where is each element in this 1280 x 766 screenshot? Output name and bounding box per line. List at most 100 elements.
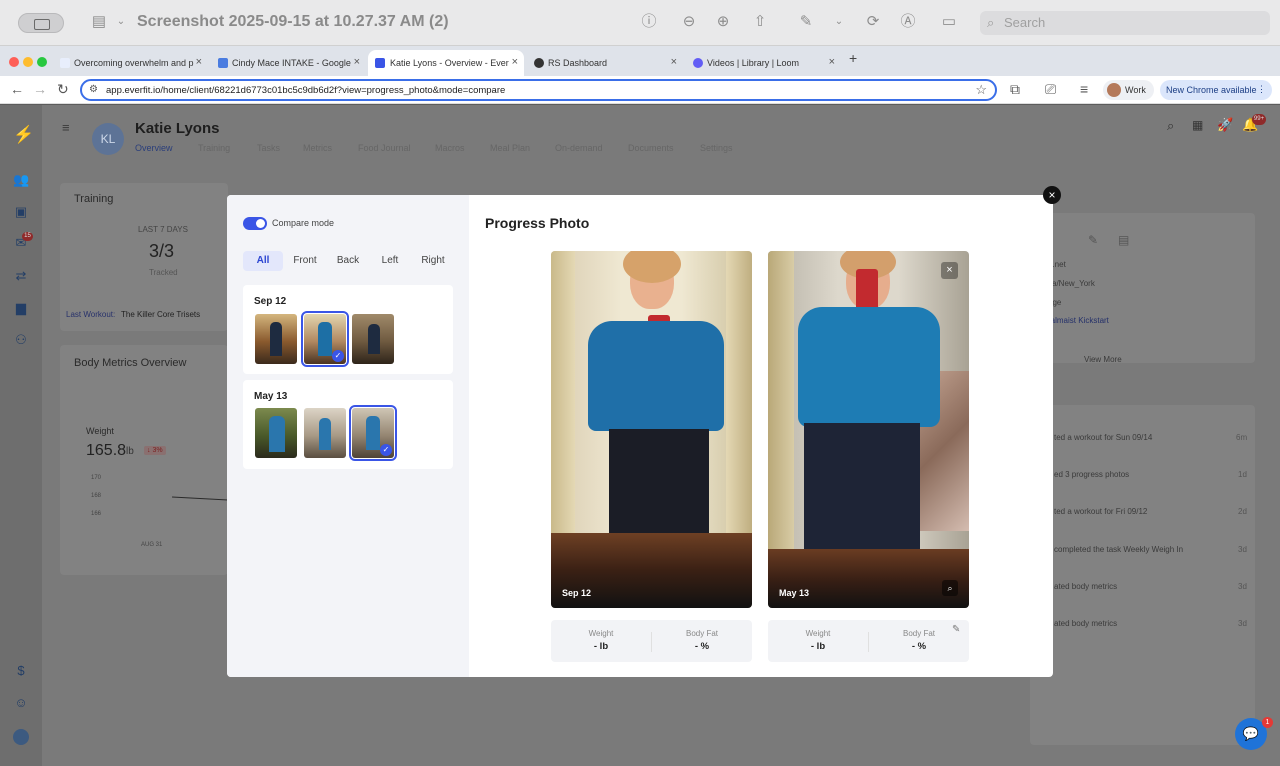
browser-tab[interactable]: RS Dashboard × bbox=[534, 50, 677, 76]
menu-icon[interactable]: ≡ bbox=[62, 120, 70, 135]
forward-icon[interactable]: → bbox=[33, 81, 47, 97]
automation-icon[interactable]: ⇄ bbox=[13, 268, 29, 284]
tab-on-demand[interactable]: On-demand bbox=[555, 143, 603, 153]
tab-documents[interactable]: Documents bbox=[628, 143, 674, 153]
tab-overview[interactable]: Overview bbox=[135, 143, 173, 153]
filter-front[interactable]: Front bbox=[287, 251, 323, 271]
browser-tab[interactable]: Videos | Library | Loom × bbox=[693, 50, 835, 76]
filter-left[interactable]: Left bbox=[373, 251, 407, 271]
tab-settings[interactable]: Settings bbox=[700, 143, 733, 153]
document-icon[interactable]: ▤ bbox=[1118, 233, 1129, 247]
profile-button[interactable]: Work bbox=[1103, 80, 1154, 100]
clients-icon[interactable]: 👥 bbox=[13, 172, 29, 188]
markup-icon[interactable]: ✎ bbox=[797, 13, 815, 31]
photo-thumbnail[interactable] bbox=[255, 314, 297, 364]
sidebar-icon[interactable]: ▤ bbox=[90, 13, 108, 31]
tab-macros[interactable]: Macros bbox=[435, 143, 465, 153]
chevron-down-icon[interactable]: ⌄ bbox=[112, 13, 130, 31]
rotate-icon[interactable]: ⟳ bbox=[864, 13, 882, 31]
photo-thumbnail-selected[interactable]: ✓ bbox=[301, 311, 349, 367]
browser-tab-active[interactable]: Katie Lyons - Overview - Ever × bbox=[368, 50, 524, 76]
photo-list-panel: Compare mode All Front Back Left Right S… bbox=[227, 195, 469, 677]
dashboard-favicon bbox=[534, 58, 544, 68]
photo-thumbnail[interactable] bbox=[255, 408, 297, 458]
remove-photo-button[interactable]: × bbox=[941, 262, 958, 279]
activity-item: completed the task Weekly Weigh In bbox=[1054, 545, 1184, 554]
chevron-down-icon[interactable]: ⌄ bbox=[830, 13, 848, 31]
url-input[interactable]: ⚙ app.everfit.io/home/client/68221d6773c… bbox=[80, 79, 997, 101]
activity-item: ated body metrics bbox=[1054, 582, 1118, 591]
activity-item: ted a workout for Fri 09/12 bbox=[1054, 507, 1148, 516]
progress-photo[interactable]: × May 13 ⌕ bbox=[768, 251, 969, 608]
filter-all[interactable]: All bbox=[243, 251, 283, 271]
rocket-icon[interactable]: 🚀 bbox=[1217, 117, 1233, 133]
sidebar-toggle-button[interactable] bbox=[18, 13, 64, 33]
weight-value: - lb bbox=[810, 641, 826, 652]
community-icon[interactable]: ☺ bbox=[13, 695, 29, 711]
share-icon[interactable]: ⇧ bbox=[751, 13, 769, 31]
browser-tab[interactable]: Overcoming overwhelm and p × bbox=[60, 50, 202, 76]
more-menu-icon[interactable]: ⋮ bbox=[1257, 84, 1266, 95]
close-icon[interactable]: × bbox=[512, 56, 518, 68]
close-icon[interactable]: × bbox=[829, 56, 835, 68]
photo-thumbnail[interactable] bbox=[352, 314, 394, 364]
annotate-icon[interactable]: Ⓐ bbox=[899, 13, 917, 31]
back-icon[interactable]: ← bbox=[10, 81, 24, 97]
info-icon[interactable]: ⓘ bbox=[640, 13, 658, 31]
zoom-icon[interactable]: ⌕ bbox=[942, 580, 958, 596]
user-avatar[interactable] bbox=[13, 729, 29, 745]
extensions-icon[interactable]: ⧉ bbox=[1010, 81, 1020, 98]
tab-meal-plan[interactable]: Meal Plan bbox=[490, 143, 530, 153]
edit-icon[interactable]: ✎ bbox=[952, 624, 960, 635]
close-icon[interactable]: × bbox=[671, 56, 677, 68]
library-icon[interactable]: ▣ bbox=[13, 204, 29, 220]
chat-icon: 💬 bbox=[1242, 726, 1260, 741]
notification-badge: 99+ bbox=[1252, 114, 1266, 125]
calendar-icon[interactable]: ▦ bbox=[1192, 118, 1203, 132]
tab-label: RS Dashboard bbox=[548, 58, 608, 68]
chrome-update-button[interactable]: New Chrome available ⋮ bbox=[1160, 80, 1272, 100]
compare-mode-toggle[interactable] bbox=[243, 217, 267, 230]
progress-photo-modal: Compare mode All Front Back Left Right S… bbox=[227, 195, 1053, 677]
group-date: May 13 bbox=[254, 391, 288, 402]
close-window-button[interactable] bbox=[9, 57, 19, 67]
close-icon[interactable]: × bbox=[196, 56, 202, 68]
minimize-window-button[interactable] bbox=[23, 57, 33, 67]
tab-search-icon[interactable]: ≡ bbox=[1080, 81, 1088, 97]
search-input[interactable]: ⌕ Search bbox=[980, 11, 1270, 35]
view-more-link[interactable]: View More bbox=[1084, 355, 1122, 364]
edit-icon[interactable]: ✎ bbox=[1088, 233, 1098, 247]
form-fill-icon[interactable]: ▭ bbox=[940, 13, 958, 31]
folder-icon[interactable]: ▆ bbox=[13, 300, 29, 316]
zoom-in-icon[interactable]: ⊕ bbox=[714, 13, 732, 31]
tab-training[interactable]: Training bbox=[198, 143, 230, 153]
progress-photo[interactable]: Sep 12 bbox=[551, 251, 752, 608]
cast-icon[interactable]: ⎚ bbox=[1045, 81, 1056, 98]
reload-icon[interactable]: ↻ bbox=[57, 81, 69, 98]
filter-right[interactable]: Right bbox=[415, 251, 451, 271]
new-tab-button[interactable]: + bbox=[849, 50, 857, 66]
search-icon[interactable]: ⌕ bbox=[1167, 118, 1174, 134]
browser-tab[interactable]: Cindy Mace INTAKE - Google × bbox=[218, 50, 360, 76]
photo-thumbnail[interactable] bbox=[304, 408, 346, 458]
tab-metrics[interactable]: Metrics bbox=[303, 143, 332, 153]
everfit-logo-icon[interactable]: ⚡ bbox=[13, 125, 34, 144]
last-days-label: LAST 7 DAYS bbox=[138, 225, 188, 234]
site-info-icon[interactable]: ⚙ bbox=[89, 84, 98, 95]
y-tick: 170 bbox=[91, 475, 102, 481]
info-line[interactable]: ralmaist Kickstart bbox=[1048, 316, 1109, 325]
tab-food-journal[interactable]: Food Journal bbox=[358, 143, 411, 153]
tab-tasks[interactable]: Tasks bbox=[257, 143, 280, 153]
close-icon[interactable]: × bbox=[354, 56, 360, 68]
last-workout-value[interactable]: The Killer Core Trisets bbox=[121, 310, 200, 319]
zoom-out-icon[interactable]: ⊖ bbox=[680, 13, 698, 31]
zoom-window-button[interactable] bbox=[37, 57, 47, 67]
filter-back[interactable]: Back bbox=[331, 251, 365, 271]
x-tick: AUG 31 bbox=[141, 542, 163, 548]
team-icon[interactable]: ⚇ bbox=[13, 332, 29, 348]
bookmark-star-icon[interactable]: ☆ bbox=[975, 82, 987, 98]
money-icon[interactable]: $ bbox=[13, 663, 29, 679]
tab-label: Katie Lyons - Overview - Ever bbox=[390, 58, 509, 68]
close-modal-button[interactable]: × bbox=[1043, 186, 1061, 204]
photo-thumbnail-selected[interactable]: ✓ bbox=[349, 405, 397, 461]
